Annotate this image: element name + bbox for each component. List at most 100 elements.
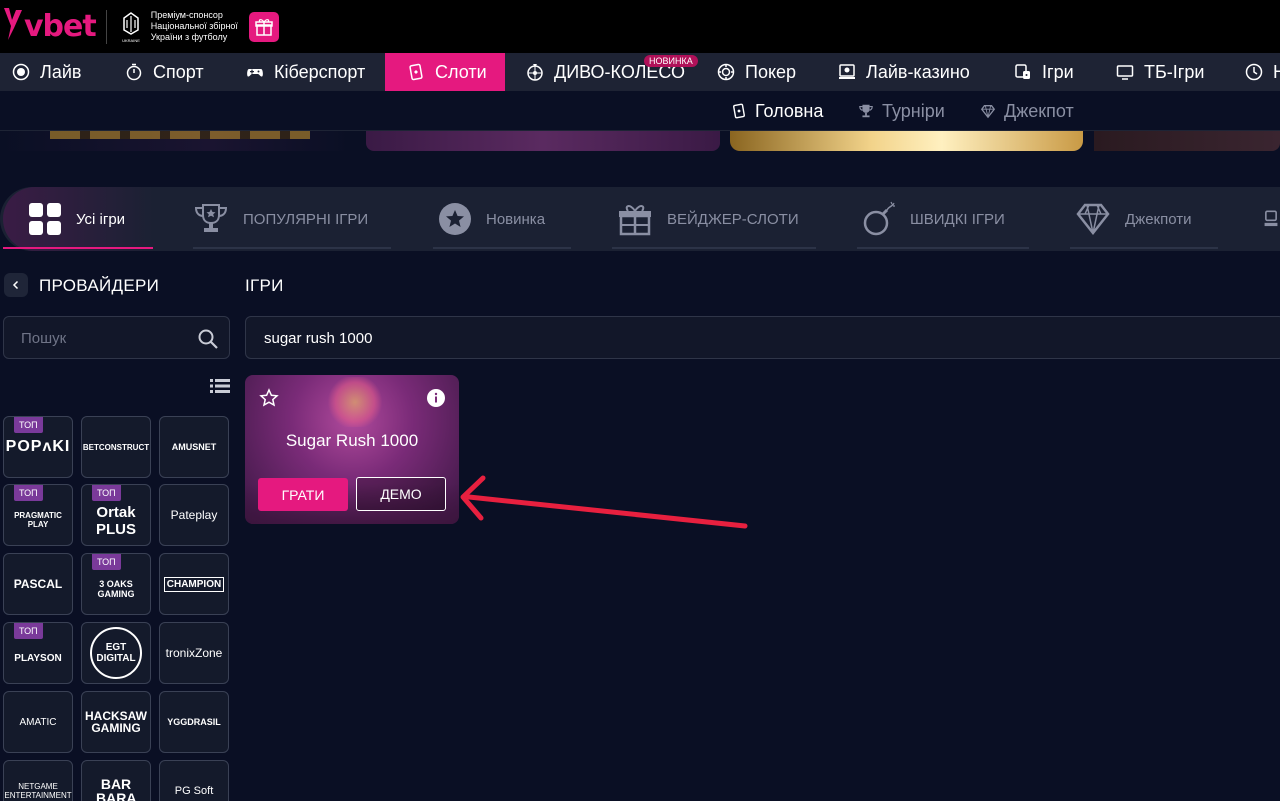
category-wager-slots[interactable]: ВЕЙДЖЕР-СЛОТИ: [612, 187, 816, 251]
list-view-icon[interactable]: [210, 378, 230, 394]
search-icon[interactable]: [198, 329, 218, 349]
provider-name: Ortak PLUS: [95, 504, 136, 538]
provider-name: 3 OAKS GAMING: [97, 579, 135, 599]
nav-item-live-casino[interactable]: Лайв-казино: [838, 53, 970, 91]
provider-tile[interactable]: ТОП POPʌKI: [3, 416, 73, 478]
nav-label: Кіберспорт: [274, 61, 366, 82]
game-card[interactable]: Sugar Rush 1000 ГРАТИ ДЕМО: [245, 375, 459, 524]
subnav-tournaments[interactable]: Турніри: [858, 91, 945, 131]
back-button[interactable]: [4, 273, 28, 297]
promo-banner[interactable]: [366, 131, 720, 151]
provider-tile[interactable]: AMUSNET: [159, 416, 229, 478]
crest-caption: UKRAINE: [122, 38, 140, 43]
category-all-games[interactable]: Усі ігри: [3, 187, 153, 251]
promo-banner[interactable]: [1094, 131, 1280, 151]
trophy-icon: [1264, 210, 1278, 227]
category-next[interactable]: [1262, 187, 1280, 251]
provider-search-input[interactable]: Пошук: [3, 316, 230, 359]
chevron-left-icon: [12, 280, 19, 290]
info-icon[interactable]: [426, 388, 446, 408]
nav-item-tv-games[interactable]: ТБ-Ігри: [1116, 53, 1204, 91]
provider-tile[interactable]: Pateplay: [159, 484, 229, 546]
promo-banner[interactable]: [0, 131, 350, 151]
provider-name: POPʌKI: [5, 438, 71, 455]
providers-title: ПРОВАЙДЕРИ: [39, 276, 160, 295]
chip-icon: [717, 63, 735, 81]
search-value: sugar rush 1000: [264, 330, 373, 347]
provider-name: Pateplay: [170, 508, 218, 522]
provider-name: YGGDRASIL: [167, 717, 221, 727]
nav-label: Ігри: [1042, 61, 1074, 82]
provider-tile[interactable]: ТОП Ortak PLUS: [81, 484, 151, 546]
provider-tile[interactable]: tronixZone: [159, 622, 229, 684]
category-label: Усі ігри: [76, 210, 126, 228]
nav-item-live[interactable]: Лайв: [12, 53, 81, 91]
provider-tile[interactable]: YGGDRASIL: [159, 691, 229, 753]
provider-name: CHAMPION: [163, 576, 225, 592]
subnav-label: Джекпот: [1004, 100, 1074, 121]
nav-item-more[interactable]: Н: [1245, 53, 1280, 91]
provider-name: PG Soft: [174, 785, 214, 797]
game-search-input[interactable]: sugar rush 1000: [245, 316, 1280, 359]
play-button[interactable]: ГРАТИ: [258, 478, 348, 511]
nav-label: Лайв: [40, 61, 82, 82]
nav-label: ТБ-Ігри: [1144, 61, 1205, 82]
gift-icon: [254, 18, 273, 36]
category-label: ПОПУЛЯРНІ ІГРИ: [243, 210, 369, 228]
sub-nav: Головна Турніри Джекпот: [0, 91, 1280, 133]
logo[interactable]: vbet: [0, 0, 97, 53]
divider: [105, 9, 107, 44]
gift-button[interactable]: [248, 11, 279, 42]
provider-tile[interactable]: BAR BARA: [81, 760, 151, 801]
top-bar: vbet UKRAINE Преміум-спонсор Національно…: [0, 0, 1280, 53]
provider-name: NETGAME ENTERTAINMENT: [4, 782, 72, 800]
provider-tile[interactable]: CHAMPION: [159, 553, 229, 615]
category-jackpots[interactable]: Джекпоти: [1070, 187, 1218, 251]
grid-icon: [29, 203, 61, 235]
provider-tile[interactable]: BETCONSTRUCT: [81, 416, 151, 478]
provider-tile[interactable]: AMATIC: [3, 691, 73, 753]
dice-icon: [1015, 64, 1030, 79]
top-badge: ТОП: [92, 554, 121, 570]
game-art: [325, 377, 385, 427]
subnav-jackpot[interactable]: Джекпот: [980, 91, 1074, 131]
subnav-label: Турніри: [882, 100, 945, 121]
banner-art: [50, 131, 310, 139]
nav-item-sport[interactable]: Спорт: [125, 53, 204, 91]
subnav-home[interactable]: Головна: [731, 91, 824, 133]
provider-tile[interactable]: PASCAL: [3, 553, 73, 615]
provider-tile[interactable]: NETGAME ENTERTAINMENT: [3, 760, 73, 801]
wheel-icon: [527, 64, 543, 81]
nav-item-poker[interactable]: Покер: [717, 53, 796, 91]
nav-label: Покер: [745, 61, 797, 82]
provider-tile[interactable]: PG Soft: [159, 760, 229, 801]
nav-item-slots[interactable]: Слоти: [385, 53, 505, 91]
search-placeholder: Пошук: [21, 330, 67, 347]
provider-tile[interactable]: ТОП PLAYSON: [3, 622, 73, 684]
top-badge: ТОП: [14, 623, 43, 639]
logo-mark-icon: [4, 8, 22, 40]
nav-item-esports[interactable]: Кіберспорт: [246, 53, 365, 91]
nav-item-wheel[interactable]: ДИВО-КОЛЕСО НОВИНКА: [526, 53, 698, 91]
sponsor-line-3: України з футболу: [150, 32, 228, 42]
provider-name: BETCONSTRUCT: [82, 442, 150, 452]
nav-item-games[interactable]: Ігри: [1014, 53, 1074, 91]
favorite-star-icon[interactable]: [259, 388, 279, 408]
main-nav: Лайв Спорт Кіберспорт Слоти ДИВО-КОЛЕСО …: [0, 53, 1280, 91]
demo-button[interactable]: ДЕМО: [356, 477, 446, 511]
game-title: Sugar Rush 1000: [285, 431, 419, 450]
provider-tile[interactable]: ТОП 3 OAKS GAMING: [81, 553, 151, 615]
nav-label: Слоти: [435, 61, 487, 82]
tv-icon: [1116, 65, 1134, 80]
provider-tile[interactable]: HACKSAW GAMING: [81, 691, 151, 753]
category-new[interactable]: Новинка: [433, 187, 571, 251]
promo-banner[interactable]: [730, 131, 1083, 151]
trophy-icon: [859, 104, 873, 118]
category-fast-games[interactable]: ШВИДКІ ІГРИ: [857, 187, 1029, 251]
provider-name: PLAYSON: [14, 652, 62, 664]
provider-tile[interactable]: EGT DIGITAL: [81, 622, 151, 684]
provider-tile[interactable]: ТОП PRAGMATIC PLAY: [3, 484, 73, 546]
category-popular[interactable]: ПОПУЛЯРНІ ІГРИ: [193, 187, 391, 251]
nav-label: Лайв-казино: [866, 61, 970, 82]
provider-name: AMATIC: [19, 716, 57, 728]
